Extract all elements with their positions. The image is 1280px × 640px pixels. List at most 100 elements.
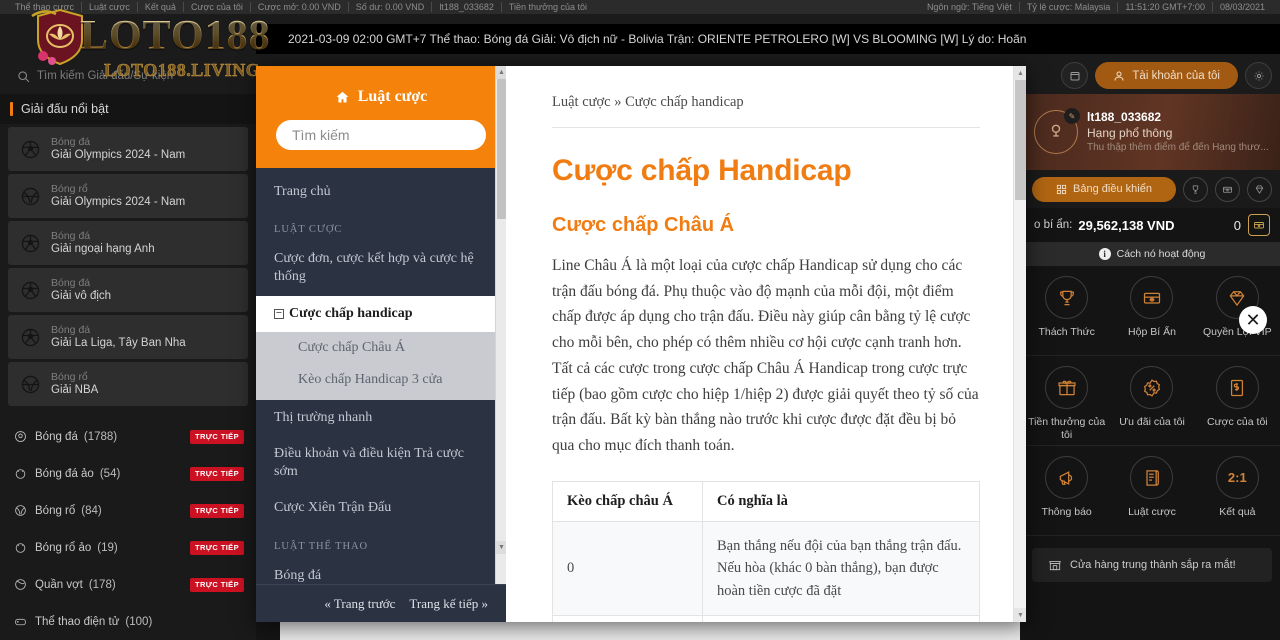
modal-nav-item-single-combo-system[interactable]: Cược đơn, cược kết hợp và cược hệ thống: [256, 241, 506, 295]
modal-nav-item-fast-markets[interactable]: Thị trường nhanh: [256, 400, 506, 436]
wallet-icon: [1070, 71, 1080, 80]
diamond-icon[interactable]: [1247, 176, 1272, 202]
balance-value: 29,562,138 VND: [1078, 217, 1175, 233]
list-item-name: Giải vô địch: [51, 290, 112, 303]
list-item[interactable]: Bóng rổ Giải NBA: [8, 362, 248, 406]
util-item-my-bets[interactable]: Cược của tôi: [184, 2, 251, 12]
util-item-username[interactable]: lt188_033682: [432, 2, 502, 12]
quick-action-label: Thách Thức: [1038, 326, 1095, 338]
list-item[interactable]: Bóng đá Giải La Liga, Tây Ban Nha: [8, 315, 248, 359]
quick-action-label: Tiền thưởng của tôi: [1028, 416, 1106, 442]
basketball-icon: [14, 504, 30, 517]
list-item[interactable]: Bóng đá Giải Olympics 2024 - Nam: [8, 127, 248, 171]
scrollbar-thumb[interactable]: [1015, 80, 1026, 200]
deposit-icon[interactable]: [1061, 62, 1089, 89]
modal-nav-item-early-payout-terms[interactable]: Điều khoản và điều kiện Trả cược sớm: [256, 436, 506, 490]
util-item-bonus[interactable]: Tiền thưởng của tôi: [502, 2, 594, 12]
quick-action-mystery-box[interactable]: Hộp Bí Ẩn: [1109, 266, 1195, 356]
body-paragraph: Line Châu Á là một loại của cược chấp Ha…: [552, 257, 979, 455]
sidebar-item-label: Quần vợt: [35, 578, 83, 591]
modal-nav-item-handicap[interactable]: − Cược chấp handicap: [256, 295, 506, 332]
list-item-name: Giải Olympics 2024 - Nam: [51, 196, 186, 209]
quick-actions-grid: Thách Thức Hộp Bí Ẩn Quyền Lợi VIP Tiền …: [1024, 266, 1280, 536]
modal-content-scrollbar[interactable]: ▲ ▼: [1013, 66, 1026, 622]
table-cell-meaning: Bạn thắng nếu đội của bạn thắng: [702, 615, 980, 622]
list-item-sport: Bóng đá: [51, 323, 91, 336]
util-item-sports[interactable]: Thể thao cược: [8, 2, 82, 12]
modal-nav-scrollbar[interactable]: ▲ ▼: [495, 66, 506, 622]
modal-nav-home[interactable]: Trang chủ: [256, 174, 506, 210]
util-item-results[interactable]: Kết quả: [138, 2, 184, 12]
list-item[interactable]: Bóng rổ Giải Olympics 2024 - Nam: [8, 174, 248, 218]
sidebar-item-basketball[interactable]: Bóng rổ (84) TRỰC TIẾP: [0, 492, 256, 529]
featured-tournaments-list: Bóng đá Giải Olympics 2024 - Nam Bóng rổ…: [0, 124, 256, 406]
app-root: Thể thao cược Luật cược Kết quả Cược của…: [0, 0, 1280, 640]
quick-action-my-bets[interactable]: Cược của tôi: [1194, 356, 1280, 446]
status-badge: TRỰC TIẾP: [190, 466, 244, 481]
util-language-selector[interactable]: Ngôn ngữ: Tiếng Việt: [920, 2, 1020, 12]
prev-page-button[interactable]: « Trang trước: [324, 596, 395, 612]
balance-label: o bí ẩn:: [1034, 219, 1073, 231]
table-header-meaning: Có nghĩa là: [702, 480, 980, 522]
profile-username: lt188_033682: [1087, 110, 1162, 125]
loyalty-store-banner[interactable]: Cửa hàng trung thành sắp ra mắt!: [1032, 548, 1272, 582]
sidebar-item-count: (19): [97, 541, 118, 554]
my-account-button[interactable]: Tài khoản của tôi: [1095, 62, 1238, 89]
sidebar-item-label: Bóng đá: [35, 430, 78, 443]
quick-action-vip[interactable]: Quyền Lợi VIP: [1194, 266, 1280, 356]
dashboard-button-label: Bảng điều khiển: [1073, 183, 1152, 195]
search-input[interactable]: Tìm kiếm Giải đấu/Sự kiện: [8, 63, 248, 89]
quick-action-label: Thông báo: [1041, 506, 1092, 518]
utility-bar-right: Ngôn ngữ: Tiếng Việt Tỷ lệ cược: Malaysi…: [920, 2, 1272, 12]
trophy-icon[interactable]: [1183, 176, 1208, 202]
sidebar-item-football[interactable]: Bóng đá (1788) TRỰC TIẾP: [0, 418, 256, 455]
quick-action-my-bonus[interactable]: Tiền thưởng của tôi: [1024, 356, 1110, 446]
mystery-box-icon[interactable]: [1248, 214, 1270, 236]
modal-nav-subitem-3way-handicap[interactable]: Kèo chấp Handicap 3 cửa: [256, 364, 506, 396]
sidebar-item-tennis[interactable]: Quần vợt (178) TRỰC TIẾP: [0, 566, 256, 603]
modal-nav-item-match-parlay[interactable]: Cược Xiên Trận Đấu: [256, 490, 506, 526]
sidebar-item-virtual-basketball[interactable]: Bóng rổ ảo (19) TRỰC TIẾP: [0, 529, 256, 566]
util-odds-selector[interactable]: Tỷ lệ cược: Malaysia: [1020, 2, 1119, 12]
how-it-works-link[interactable]: i Cách nó hoạt động: [1024, 242, 1280, 266]
dashboard-button[interactable]: Bảng điều khiển: [1032, 176, 1176, 202]
football-icon: [19, 138, 42, 161]
table-cell-meaning: Bạn thắng nếu đội của bạn thắng trận đấu…: [702, 520, 980, 617]
collapse-toggle-icon[interactable]: −: [274, 308, 284, 319]
sidebar-item-esports[interactable]: Thể thao điện tử (100): [0, 603, 256, 640]
quick-action-notifications[interactable]: Thông báo: [1024, 446, 1110, 536]
list-item-sport: Bóng đá: [51, 276, 91, 289]
next-page-button[interactable]: Trang kế tiếp »: [409, 596, 488, 612]
modal-title-row: Luật cược: [256, 88, 506, 106]
modal-search-input[interactable]: [276, 120, 486, 150]
util-item-rules[interactable]: Luật cược: [82, 2, 138, 12]
football-icon: [19, 279, 42, 302]
scroll-up-icon[interactable]: ▲: [1014, 66, 1026, 80]
modal-search-wrap: [256, 106, 506, 150]
mystery-box-icon: [1130, 276, 1174, 319]
modal-nav-header: Luật cược: [256, 66, 506, 168]
scroll-down-icon[interactable]: ▼: [1014, 608, 1026, 622]
util-item-open-bets: Cược mở: 0.00 VND: [251, 2, 349, 12]
modal-nav-subitem-asian-handicap[interactable]: Cược chấp Châu Á: [256, 332, 506, 364]
football-icon: [19, 232, 42, 255]
list-item[interactable]: Bóng đá Giải vô địch: [8, 268, 248, 312]
section-title: Cược chấp Châu Á: [552, 214, 735, 236]
util-clock[interactable]: 11:51:20 GMT+7:00: [1118, 2, 1213, 12]
list-item[interactable]: Bóng đá Giải ngoại hạng Anh: [8, 221, 248, 265]
avatar[interactable]: ✎: [1034, 108, 1080, 154]
scrollbar-thumb[interactable]: [497, 79, 506, 219]
quick-action-results[interactable]: 2:1 Kết quả: [1194, 446, 1280, 536]
scroll-down-icon[interactable]: ▼: [496, 541, 506, 554]
quick-action-my-offers[interactable]: Ưu đãi của tôi: [1109, 356, 1195, 446]
mystery-box-icon[interactable]: [1215, 176, 1240, 202]
sidebar-item-virtual-football[interactable]: Bóng đá ảo (54) TRỰC TIẾP: [0, 455, 256, 492]
profile-rank: Hạng phổ thông: [1087, 126, 1173, 141]
close-icon[interactable]: ✕: [1239, 306, 1267, 334]
quick-action-challenges[interactable]: Thách Thức: [1024, 266, 1110, 356]
edit-avatar-icon[interactable]: ✎: [1064, 108, 1080, 124]
scroll-up-icon[interactable]: ▲: [496, 66, 506, 79]
settings-gear-icon[interactable]: [1245, 62, 1272, 89]
quick-action-betting-rules[interactable]: Luật cược: [1109, 446, 1195, 536]
sidebar-item-count: (100): [125, 615, 153, 628]
